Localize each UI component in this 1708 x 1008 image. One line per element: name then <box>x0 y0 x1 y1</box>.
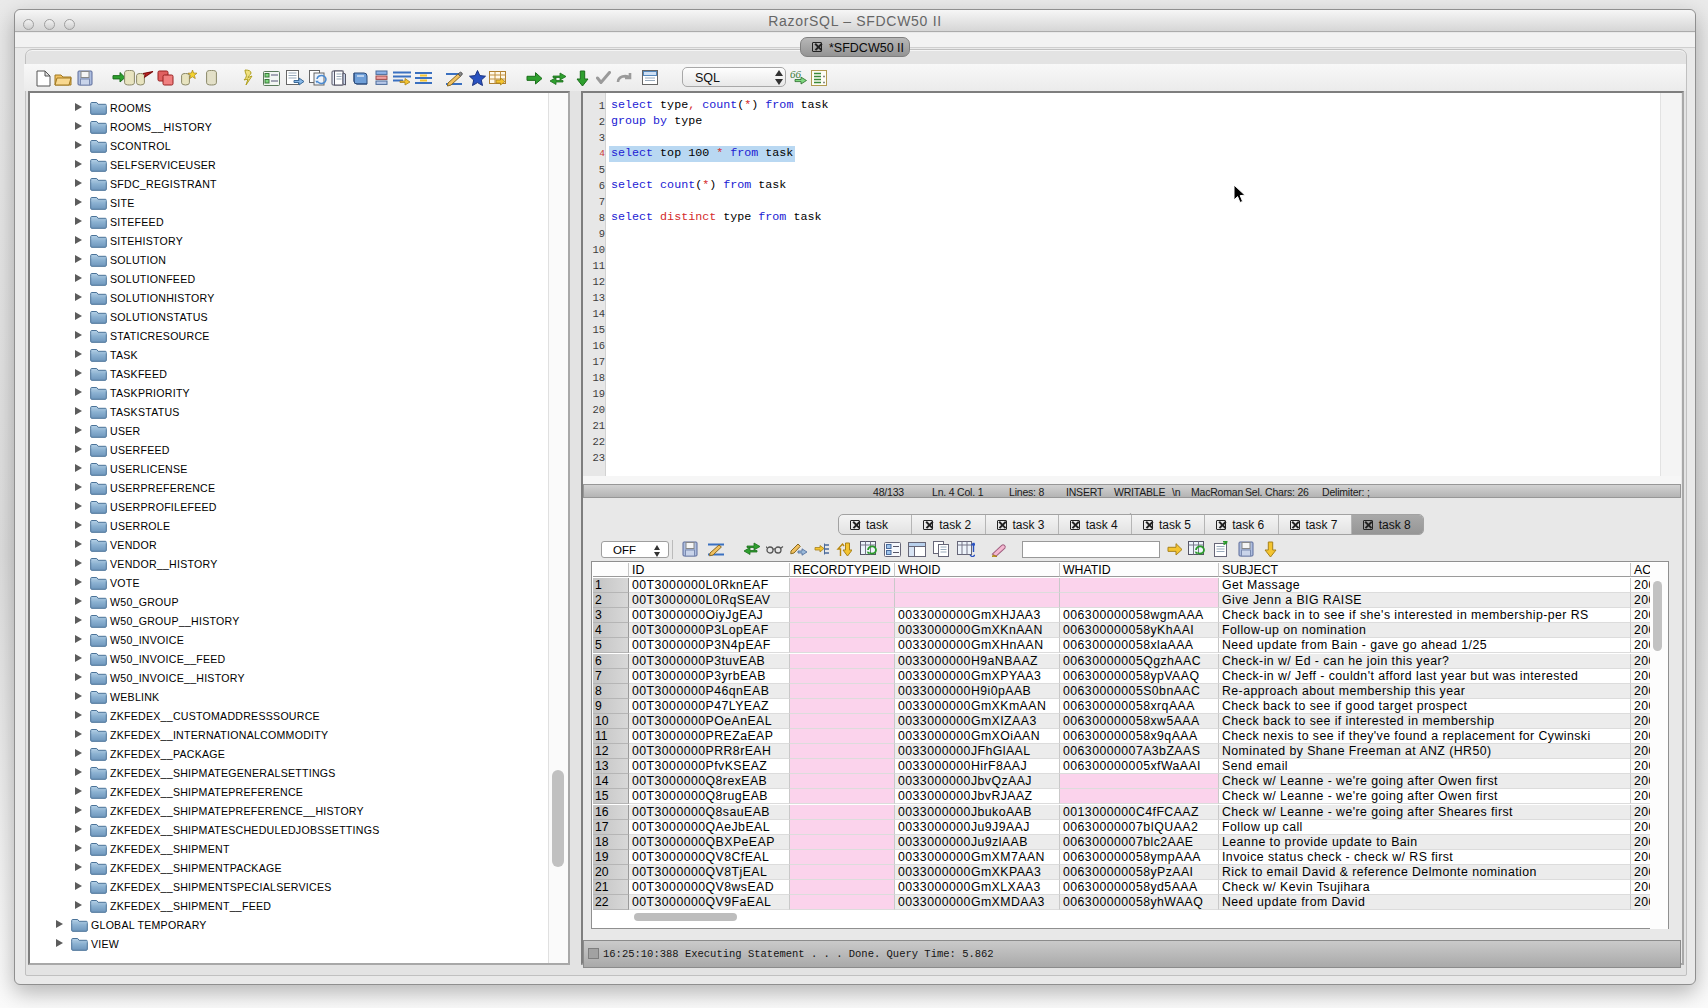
svg-text:66: 66 <box>790 69 802 80</box>
